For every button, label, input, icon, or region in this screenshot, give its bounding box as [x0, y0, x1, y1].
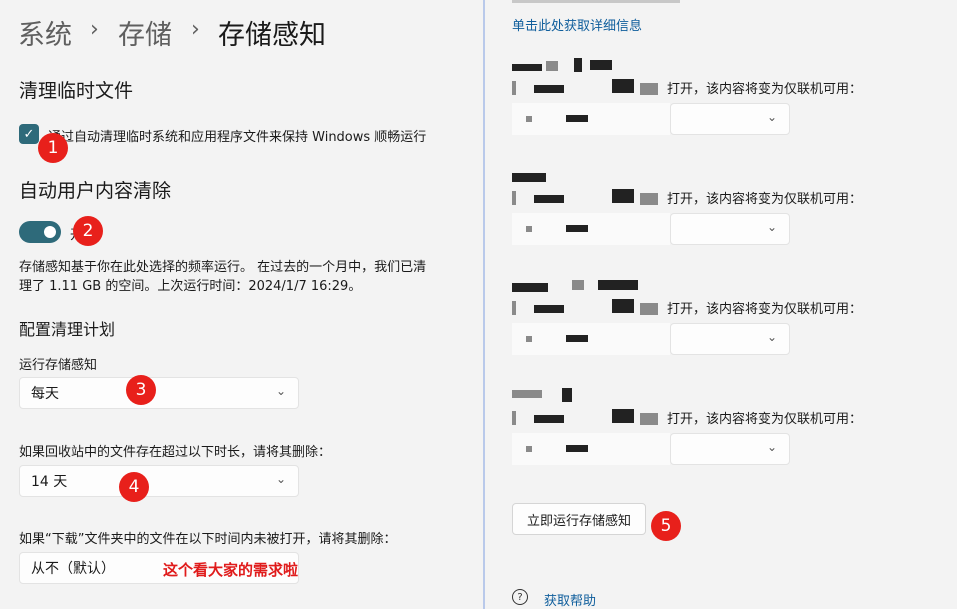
auto-cleanup-toggle[interactable] — [19, 221, 61, 243]
pixelated-folder-name — [512, 278, 642, 296]
pixelated-folder-name — [512, 386, 622, 404]
annotation-badge-1: 1 — [38, 133, 68, 163]
checkmark-icon: ✓ — [23, 126, 35, 142]
run-now-button[interactable]: 立即运行存储感知 — [512, 503, 646, 535]
chevron-down-icon: ⌄ — [766, 330, 777, 344]
auto-cleanup-description-line2: 理了 1.11 GB 的空间。上次运行时间：2024/1/7 16:29。 — [19, 279, 362, 294]
details-link[interactable]: 单击此处获取详细信息 — [512, 15, 642, 34]
toggle-knob — [44, 226, 56, 238]
pixelated-text — [512, 409, 667, 427]
chevron-down-icon: ⌄ — [766, 440, 777, 454]
annotation-badge-5: 5 — [651, 511, 681, 541]
pixelated-text — [512, 299, 667, 317]
auto-cleanup-description-line1: 存储感知基于你在此处选择的频率运行。 在过去的一个月中，我们已清 — [19, 260, 427, 275]
pixelated-dropdown — [512, 213, 670, 245]
settings-right-pane: 单击此处获取详细信息 打开，该内容将变为仅联机可用： ⌄ 打开，该内容将变为仅联… — [487, 0, 957, 609]
pixelated-folder-name — [512, 58, 622, 76]
breadcrumb-separator: › — [90, 17, 99, 42]
recycle-bin-dropdown[interactable]: 14 天 ⌄ — [19, 465, 299, 497]
auto-cleanup-heading: 自动用户内容清除 — [19, 180, 172, 202]
pixelated-text — [512, 189, 667, 207]
help-link[interactable]: 获取帮助 — [544, 590, 596, 609]
chevron-down-icon: ⌄ — [766, 220, 777, 234]
offline-text: 打开，该内容将变为仅联机可用： — [667, 192, 863, 207]
temp-files-checkbox-label: 通过自动清理临时系统和应用程序文件来保持 Windows 顺畅运行 — [48, 130, 427, 145]
settings-left-pane: 系统 › 存储 › 存储感知 清理临时文件 ✓ 通过自动清理临时系统和应用程序文… — [0, 0, 485, 609]
content-dropdown[interactable]: ⌄ — [670, 323, 790, 355]
content-dropdown[interactable]: ⌄ — [670, 103, 790, 135]
chevron-down-icon: ⌄ — [275, 472, 286, 486]
content-dropdown[interactable]: ⌄ — [670, 433, 790, 465]
content-dropdown[interactable]: ⌄ — [670, 213, 790, 245]
pixelated-text — [512, 0, 680, 3]
annotation-badge-3: 3 — [126, 375, 156, 405]
pixelated-dropdown — [512, 323, 670, 355]
temp-files-heading: 清理临时文件 — [19, 80, 134, 102]
help-icon-glyph: ? — [517, 591, 523, 603]
pixelated-dropdown — [512, 433, 670, 465]
offline-text: 打开，该内容将变为仅联机可用： — [667, 412, 863, 427]
pixelated-folder-name — [512, 168, 622, 186]
schedule-heading: 配置清理计划 — [19, 320, 116, 339]
temp-files-checkbox[interactable]: ✓ — [19, 124, 39, 144]
downloads-label: 如果“下载”文件夹中的文件在以下时间内未被打开，请将其删除： — [19, 532, 397, 547]
pixelated-dropdown — [512, 103, 670, 135]
help-icon: ? — [512, 589, 528, 605]
pixelated-text — [512, 79, 667, 97]
chevron-down-icon: ⌄ — [275, 384, 286, 398]
breadcrumb-storage[interactable]: 存储 — [118, 13, 172, 52]
run-frequency-label: 运行存储感知 — [19, 358, 98, 373]
run-frequency-value: 每天 — [31, 386, 59, 402]
breadcrumb-separator: › — [191, 17, 200, 42]
annotation-badge-2: 2 — [73, 216, 103, 246]
run-frequency-dropdown[interactable]: 每天 ⌄ — [19, 377, 299, 409]
annotation-note: 这个看大家的需求啦 — [163, 561, 299, 579]
recycle-bin-value: 14 天 — [31, 474, 68, 490]
offline-text: 打开，该内容将变为仅联机可用： — [667, 82, 863, 97]
breadcrumb-system[interactable]: 系统 — [18, 13, 72, 52]
recycle-bin-label: 如果回收站中的文件存在超过以下时长，请将其删除： — [19, 445, 332, 460]
downloads-value: 从不（默认） — [31, 561, 115, 577]
page-title: 存储感知 — [218, 20, 326, 51]
annotation-badge-4: 4 — [119, 472, 149, 502]
chevron-down-icon: ⌄ — [766, 110, 777, 124]
offline-text: 打开，该内容将变为仅联机可用： — [667, 302, 863, 317]
